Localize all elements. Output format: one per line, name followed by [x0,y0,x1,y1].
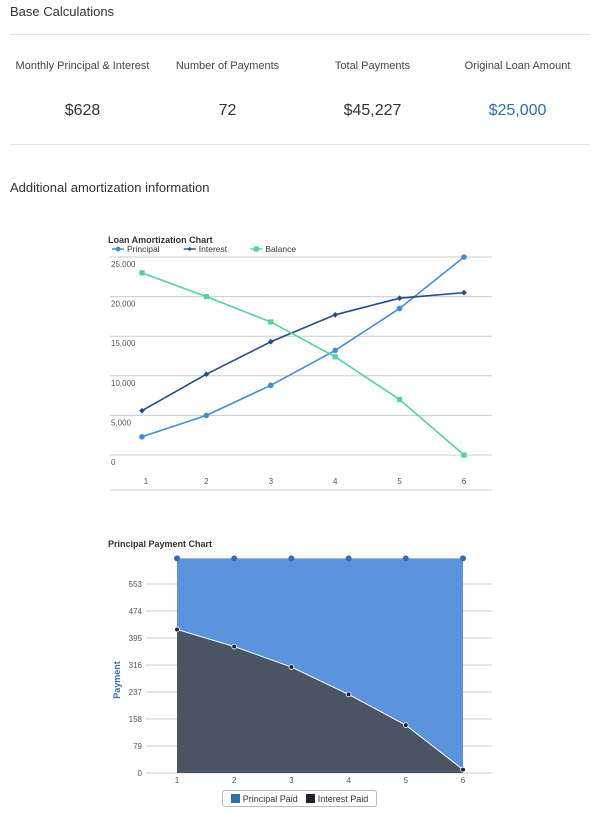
principal-data-point [231,555,238,562]
chart-legend: Principal Interest Balance [112,244,296,254]
y-tick-label: 15,000 [111,339,136,348]
data-point [332,347,339,354]
interest-data-point [231,643,238,650]
interest-data-point [402,722,409,728]
legend-label: Balance [265,244,296,254]
x-tick-label: 4 [346,776,351,785]
stat-value: $25,000 [488,102,547,119]
stat-value: 72 [218,102,237,119]
data-point [396,305,403,312]
legend-label: Interest Paid [317,793,369,804]
legend-item-principal-paid[interactable]: Principal Paid [230,793,298,804]
principal-data-point [345,555,352,562]
y-tick-label: 10,000 [111,379,136,388]
y-axis-label: Payment [112,661,122,699]
data-point [461,254,467,260]
stat-number-of-payments: Number of Payments 72 [155,52,300,120]
stat-value: $628 [64,102,101,119]
principal-data-point [402,555,409,562]
stat-value: $45,227 [343,102,402,119]
legend-label: Interest [199,244,228,254]
stat-label: Original Loan Amount [464,59,571,72]
legend-marker [253,246,259,252]
data-point [461,452,467,458]
data-point [332,311,339,318]
x-tick-label: 2 [204,477,209,486]
additional-info-title: Additional amortization information [10,180,210,195]
interest-data-point [288,664,295,670]
legend-label: Principal [127,244,160,254]
x-tick-label: 3 [289,776,294,785]
principal-data-point [288,555,295,562]
x-tick-label: 3 [269,477,274,486]
x-tick-label: 6 [461,776,466,785]
series-line-interest [141,291,465,412]
y-tick-label: 0 [111,458,116,467]
chart-grid: 0 5,000 10,000 15,000 20,000 25,000 1 2 3 4 5 6 [110,256,492,491]
x-tick-label: 1 [144,477,149,486]
legend-swatch [305,793,315,803]
x-tick-label: 6 [462,477,467,486]
y-tick-label: 0 [138,769,143,778]
y-tick-label: 553 [129,580,143,589]
data-point [461,289,467,296]
y-tick-label: 316 [129,661,143,670]
principal-chart-legend: Principal Paid Interest Paid [222,790,377,807]
principal-data-point [174,555,180,562]
legend-item-interest-paid[interactable]: Interest Paid [305,793,369,804]
x-tick-label: 2 [232,776,237,785]
chart-title: Loan Amortization Chart [108,235,213,245]
divider [10,144,590,145]
y-tick-label: 395 [129,634,143,643]
legend-marker [115,246,121,252]
y-tick-label: 79 [133,742,142,751]
stat-label: Monthly Principal & Interest [15,59,150,72]
principal-data-point [460,555,466,562]
y-tick-label: 237 [129,688,143,697]
stat-label: Total Payments [334,59,411,72]
y-tick-label: 5,000 [111,418,132,427]
stat-original-loan-amount: Original Loan Amount $25,000 [445,52,590,120]
data-point [267,338,274,345]
chart-marks [174,555,466,773]
x-tick-label: 5 [404,776,409,785]
interest-data-point [345,691,352,698]
data-point [268,382,274,389]
data-point [139,433,145,440]
series-line-balance [141,272,465,456]
chart-title: Principal Payment Chart [108,539,212,549]
data-point [397,396,403,403]
y-tick-label: 158 [129,715,143,724]
base-calculations-title: Base Calculations [10,4,115,19]
data-point [268,319,274,325]
x-tick-label: 1 [175,776,180,785]
y-tick-label: 474 [129,607,143,616]
stat-total-payments: Total Payments $45,227 [300,52,445,120]
legend-marker [187,246,192,252]
y-tick-label: 20,000 [111,300,136,309]
stat-monthly-payment: Monthly Principal & Interest $628 [10,52,155,120]
data-point [332,354,338,360]
interest-data-point [460,766,466,773]
principal-payment-chart: Principal Payment Chart Payment 07915823… [108,539,492,785]
data-point [203,294,209,300]
stat-label: Number of Payments [175,59,280,72]
interest-data-point [174,626,180,633]
series-line-principal [141,256,465,438]
divider [10,34,590,35]
chart-marks [139,254,467,458]
x-tick-label: 4 [333,477,338,486]
y-tick-label: 25,000 [111,260,136,269]
x-tick-label: 5 [397,477,402,486]
legend-label: Principal Paid [242,793,298,804]
data-point [203,412,210,419]
legend-swatch [230,793,240,803]
loan-amortization-chart: Loan Amortization Chart Principal Interes… [108,235,492,491]
data-point [139,270,145,276]
